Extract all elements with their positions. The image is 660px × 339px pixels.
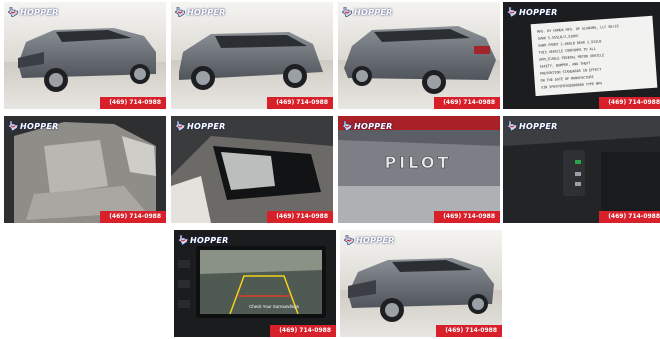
dealer-logo-text: HOPPER [187,121,226,131]
phone-badge[interactable]: (469) 714-0988 [100,97,166,109]
dealer-logo: HOPPER [342,5,393,19]
photo-door-jamb-sticker[interactable]: MFD. BY HONDA MFG. OF ALABAMA, LLC 06/16… [503,2,660,109]
texas-star-icon [8,121,18,131]
texas-star-icon [342,7,352,17]
phone-badge[interactable]: (469) 714-0988 [434,97,500,109]
photo-exterior-side-left[interactable]: HOPPER (469) 714-0988 [171,2,333,109]
texas-star-icon [344,235,354,245]
camera-warning-text: Check Your Surroundings [249,304,300,309]
phone-badge[interactable]: (469) 714-0988 [267,211,333,223]
dealer-logo: HOPPER [175,119,226,133]
dealer-logo-text: HOPPER [20,121,59,131]
photo-exterior-front-left[interactable]: HOPPER (469) 714-0988 [4,2,166,109]
phone-badge[interactable]: (469) 714-0988 [434,211,500,223]
dealer-logo: HOPPER [507,119,558,133]
photo-gallery: HOPPER (469) 714-0988 HOPPER (469) 714-0… [0,0,660,339]
texas-star-icon [175,7,185,17]
texas-star-icon [178,235,188,245]
photo-interior-front-seat[interactable]: HOPPER (469) 714-0988 [4,116,166,223]
dealer-logo: HOPPER [8,119,59,133]
dealer-logo: HOPPER [507,5,558,19]
pilot-badge-text: PILOT [385,153,452,172]
photo-exterior-rear-left[interactable]: HOPPER (469) 714-0988 [338,2,500,109]
dealer-logo: HOPPER [342,119,393,133]
dealer-logo: HOPPER [8,5,59,19]
phone-badge[interactable]: (469) 714-0988 [599,211,660,223]
photo-backup-camera[interactable]: Check Your Surroundings HOPPER (469) 714… [174,230,336,337]
texas-star-icon [342,121,352,131]
dealer-logo-text: HOPPER [519,7,558,17]
dealer-logo: HOPPER [344,233,395,247]
phone-badge[interactable]: (469) 714-0988 [100,211,166,223]
photo-sunroof[interactable]: HOPPER (469) 714-0988 [171,116,333,223]
dealer-logo: HOPPER [178,233,229,247]
dealer-logo-text: HOPPER [190,235,229,245]
texas-star-icon [8,7,18,17]
dealer-logo-text: HOPPER [354,7,393,17]
phone-badge[interactable]: (469) 714-0988 [599,97,660,109]
dealer-logo-text: HOPPER [20,7,59,17]
texas-star-icon [507,7,517,17]
photo-pilot-badge[interactable]: PILOT HOPPER (469) 714-0988 [338,116,500,223]
phone-badge[interactable]: (469) 714-0988 [267,97,333,109]
photo-dash-buttons[interactable]: HOPPER (469) 714-0988 [503,116,660,223]
dealer-logo: HOPPER [175,5,226,19]
dealer-logo-text: HOPPER [187,7,226,17]
texas-star-icon [507,121,517,131]
dealer-logo-text: HOPPER [519,121,558,131]
photo-exterior-front-left-2[interactable]: HOPPER (469) 714-0988 [340,230,502,337]
phone-badge[interactable]: (469) 714-0988 [270,325,336,337]
phone-badge[interactable]: (469) 714-0988 [436,325,502,337]
dealer-logo-text: HOPPER [354,121,393,131]
texas-star-icon [175,121,185,131]
dealer-logo-text: HOPPER [356,235,395,245]
